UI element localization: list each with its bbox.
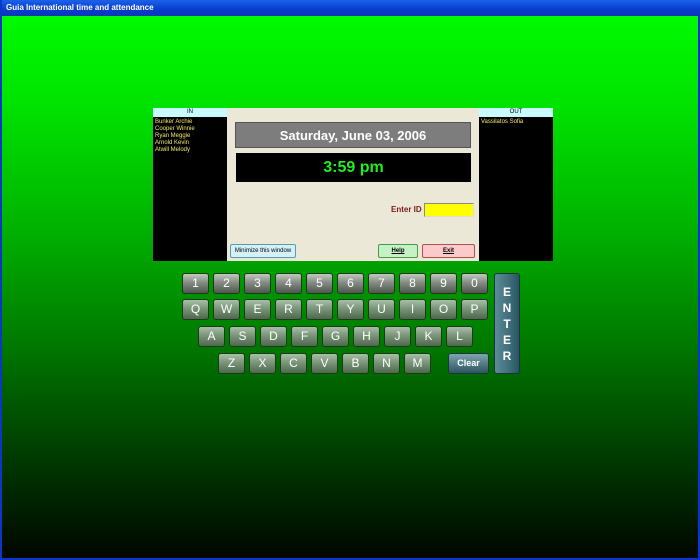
key-2[interactable]: 2 xyxy=(213,273,240,294)
key-q[interactable]: Q xyxy=(182,299,209,320)
key-v[interactable]: V xyxy=(311,353,338,374)
key-r[interactable]: R xyxy=(275,299,302,320)
exit-button-label: Exit xyxy=(442,248,454,254)
key-3[interactable]: 3 xyxy=(244,273,271,294)
key-z[interactable]: Z xyxy=(218,353,245,374)
in-list-header: IN xyxy=(153,108,227,117)
enter-id-label: Enter ID xyxy=(391,205,422,214)
key-f[interactable]: F xyxy=(291,326,318,347)
key-4[interactable]: 4 xyxy=(275,273,302,294)
key-b[interactable]: B xyxy=(342,353,369,374)
in-list: IN Bunker Archie Cooper Winnie Ryan Megg… xyxy=(153,108,227,261)
key-a[interactable]: A xyxy=(198,326,225,347)
list-item[interactable]: Cooper Winnie xyxy=(155,126,225,133)
key-m[interactable]: M xyxy=(404,353,431,374)
key-c[interactable]: C xyxy=(280,353,307,374)
key-l[interactable]: L xyxy=(446,326,473,347)
key-w[interactable]: W xyxy=(213,299,240,320)
key-y[interactable]: Y xyxy=(337,299,364,320)
exit-button[interactable]: Exit xyxy=(422,244,475,258)
key-n[interactable]: N xyxy=(373,353,400,374)
list-item[interactable]: Vassilatos Sofia xyxy=(481,119,551,126)
time-display: 3:59 pm xyxy=(236,153,471,182)
key-9[interactable]: 9 xyxy=(430,273,457,294)
key-0[interactable]: 0 xyxy=(461,273,488,294)
date-display: Saturday, June 03, 2006 xyxy=(235,122,471,148)
list-item[interactable]: Arnold Kevin xyxy=(155,140,225,147)
help-button-label: Help xyxy=(391,248,405,254)
key-x[interactable]: X xyxy=(249,353,276,374)
out-names: Vassilatos Sofia xyxy=(479,117,553,128)
list-item[interactable]: Bunker Archie xyxy=(155,119,225,126)
key-6[interactable]: 6 xyxy=(337,273,364,294)
key-p[interactable]: P xyxy=(461,299,488,320)
key-k[interactable]: K xyxy=(415,326,442,347)
app-window: Guia International time and attendance I… xyxy=(0,0,700,560)
key-u[interactable]: U xyxy=(368,299,395,320)
key-i[interactable]: I xyxy=(399,299,426,320)
key-t[interactable]: T xyxy=(306,299,333,320)
list-item[interactable]: Ryan Meggie xyxy=(155,133,225,140)
out-list: OUT Vassilatos Sofia xyxy=(479,108,553,261)
key-d[interactable]: D xyxy=(260,326,287,347)
help-button[interactable]: Help xyxy=(378,244,418,258)
minimize-window-button[interactable]: Minimize this window xyxy=(230,244,296,258)
key-j[interactable]: J xyxy=(384,326,411,347)
enter-key-letter: N xyxy=(502,300,512,315)
list-item[interactable]: Atwill Melody xyxy=(155,147,225,154)
enter-id-input[interactable] xyxy=(424,203,474,217)
enter-key[interactable]: ENTER xyxy=(494,273,520,374)
clear-key[interactable]: Clear xyxy=(448,353,489,374)
key-7[interactable]: 7 xyxy=(368,273,395,294)
key-5[interactable]: 5 xyxy=(306,273,333,294)
key-1[interactable]: 1 xyxy=(182,273,209,294)
key-e[interactable]: E xyxy=(244,299,271,320)
out-list-header: OUT xyxy=(479,108,553,117)
key-h[interactable]: H xyxy=(353,326,380,347)
key-8[interactable]: 8 xyxy=(399,273,426,294)
in-names: Bunker Archie Cooper Winnie Ryan Meggie … xyxy=(153,117,227,156)
window-title: Guia International time and attendance xyxy=(2,0,700,16)
enter-key-letter: T xyxy=(503,316,511,331)
key-g[interactable]: G xyxy=(322,326,349,347)
enter-key-letter: R xyxy=(502,348,512,363)
key-o[interactable]: O xyxy=(430,299,457,320)
enter-key-letter: E xyxy=(502,332,511,347)
attendance-panel: IN Bunker Archie Cooper Winnie Ryan Megg… xyxy=(153,108,553,261)
key-s[interactable]: S xyxy=(229,326,256,347)
enter-key-letter: E xyxy=(502,284,511,299)
